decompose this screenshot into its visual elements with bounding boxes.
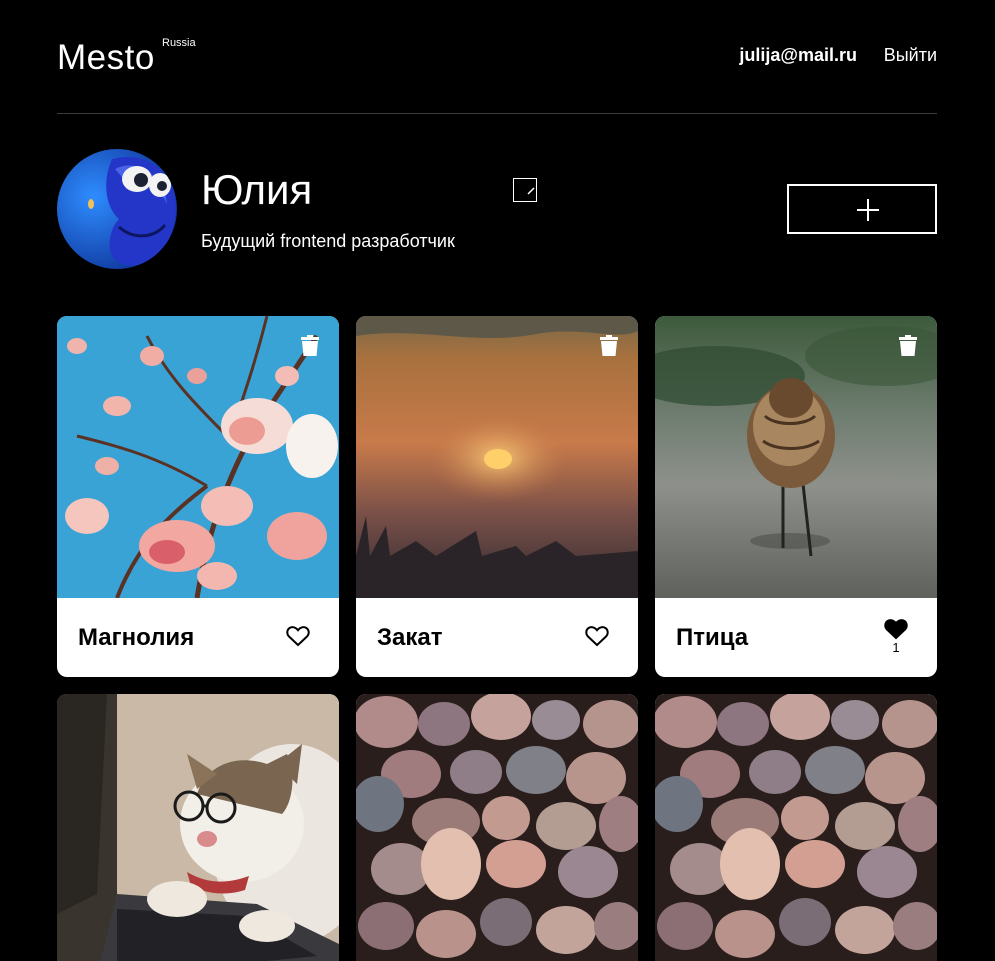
- like-group: 1: [884, 618, 908, 654]
- add-card-button[interactable]: [787, 184, 937, 234]
- header: Mesto Russia julija@mail.ru Выйти: [57, 0, 937, 114]
- card-image-pebbles[interactable]: [655, 694, 937, 961]
- like-button[interactable]: [585, 625, 609, 647]
- heart-outline-icon: [286, 626, 310, 647]
- user-email: julija@mail.ru: [739, 45, 857, 65]
- card: [356, 694, 638, 961]
- trash-icon: [600, 335, 618, 356]
- card: Закат: [356, 316, 638, 677]
- card-title: Закат: [377, 624, 443, 651]
- logo[interactable]: Mesto: [57, 38, 155, 78]
- card-image-pebbles[interactable]: [356, 694, 638, 961]
- delete-card-button[interactable]: [599, 335, 619, 357]
- logout-link[interactable]: Выйти: [884, 45, 937, 66]
- page: Mesto Russia julija@mail.ru Выйти Юлия Б…: [0, 0, 995, 961]
- card: Птица 1: [655, 316, 937, 677]
- trash-icon: [899, 335, 917, 356]
- edit-profile-button[interactable]: [513, 178, 537, 202]
- card-image-cat[interactable]: [57, 694, 339, 961]
- pencil-icon: [527, 187, 535, 195]
- card-image-magnolia[interactable]: [57, 316, 339, 598]
- delete-card-button[interactable]: [300, 335, 320, 357]
- like-group: [585, 625, 609, 648]
- profile-about: Будущий frontend разработчик: [201, 231, 455, 251]
- like-button[interactable]: [884, 618, 908, 640]
- card-image-sunset[interactable]: [356, 316, 638, 598]
- plus-icon: [857, 199, 879, 221]
- trash-icon: [301, 335, 319, 356]
- cat-image: [57, 694, 339, 961]
- card-title: Магнолия: [78, 624, 195, 651]
- bird-image: [655, 316, 937, 598]
- heart-filled-icon: [884, 619, 908, 640]
- card-title: Птица: [676, 624, 749, 651]
- card-image-bird[interactable]: [655, 316, 937, 598]
- logo-region-label: Russia: [162, 37, 196, 49]
- card: [655, 694, 937, 961]
- pebbles-image: [356, 694, 638, 961]
- like-button[interactable]: [286, 625, 310, 647]
- like-count: 1: [892, 640, 900, 655]
- magnolia-image: [57, 316, 339, 598]
- pebbles-image: [655, 694, 937, 961]
- profile-avatar[interactable]: [57, 149, 177, 269]
- cartoon-fish-avatar-icon: [57, 149, 177, 269]
- like-group: [286, 625, 310, 648]
- delete-card-button[interactable]: [898, 335, 918, 357]
- card: Магнолия: [57, 316, 339, 677]
- sunset-image: [356, 316, 638, 598]
- card: [57, 694, 339, 961]
- heart-outline-icon: [585, 626, 609, 647]
- profile-name: Юлия: [201, 166, 313, 213]
